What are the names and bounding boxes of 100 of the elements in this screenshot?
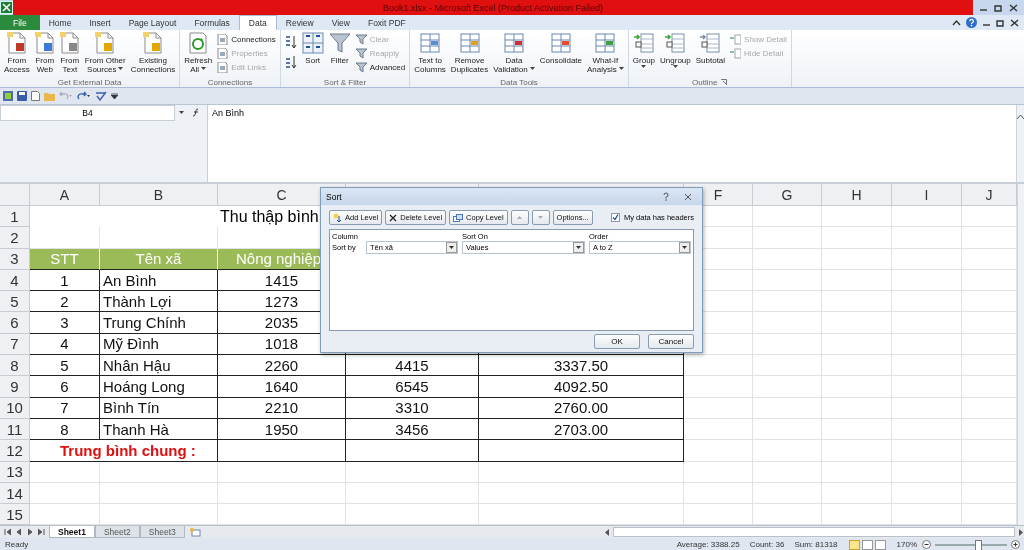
ribbon-tab[interactable]: Review [276,15,323,30]
outline-icon [730,48,742,59]
new-document-icon[interactable] [31,91,40,101]
ribbon-button[interactable]: Existing Connections [128,31,178,75]
horizontal-scrollbar[interactable] [613,527,1015,537]
up-arrow-icon [517,216,523,219]
row-header[interactable]: 4 [0,269,30,292]
checkbox[interactable] [610,213,620,222]
ribbon-button[interactable]: Remove Duplicates [448,31,491,75]
zoom-in-icon[interactable] [1011,540,1020,549]
formula-input[interactable]: An Bình [208,105,1016,182]
sheet-tab[interactable]: Sheet3 [139,526,185,538]
table-cell [822,227,892,249]
table-cell: An Bình [100,269,218,292]
column-header[interactable]: B [100,184,218,206]
row-header[interactable]: 10 [0,397,30,419]
row-header[interactable]: 11 [0,418,30,441]
dialog-launcher-icon[interactable] [721,79,728,85]
row-header[interactable]: 3 [0,248,30,270]
app-icon[interactable] [3,91,13,101]
close-icon[interactable] [684,192,692,201]
dialog-button[interactable]: Cancel [648,334,694,349]
ribbon-button[interactable]: Text to Columns [412,31,448,75]
sort-descending-icon[interactable] [284,55,297,69]
ribbon-button[interactable]: Group [630,31,658,69]
sheet-nav-icon[interactable] [37,528,45,536]
redo-icon[interactable] [77,91,91,101]
spelling-icon[interactable] [95,91,107,101]
ribbon-button[interactable]: Subtotal [693,31,728,66]
close-icon[interactable] [1010,18,1019,27]
scroll-right-icon[interactable] [1018,528,1024,536]
ribbon-small-button[interactable]: Connections [215,33,278,46]
row-header[interactable]: 6 [0,312,30,334]
sheet-tab[interactable]: Sheet1 [49,526,95,538]
column-header[interactable]: I [892,184,962,206]
ribbon-button[interactable]: From Web [32,31,57,75]
save-icon[interactable] [17,91,27,101]
table-cell [753,312,822,334]
row-header[interactable]: 9 [0,376,30,398]
column-header[interactable]: A [30,184,100,206]
ribbon-button[interactable]: From Other Sources [82,31,128,75]
ribbon-button[interactable]: Data Validation [491,31,537,75]
help-icon[interactable] [966,17,977,28]
table-cell [822,461,892,483]
row-header[interactable]: 14 [0,482,30,505]
scroll-up-icon[interactable] [1017,114,1024,119]
ribbon-button[interactable]: Sort [299,31,326,66]
app-icon[interactable] [0,1,13,14]
table-cell: 1640 [218,376,346,398]
row-header[interactable]: 1 [0,206,30,228]
ribbon-button[interactable]: What-If Analysis [585,31,626,75]
row-header[interactable]: 13 [0,461,30,483]
page-layout-button[interactable] [861,539,873,550]
sheet-nav-icon[interactable] [4,528,12,536]
column-header[interactable]: H [822,184,892,206]
column-header[interactable]: G [753,184,822,206]
zoom-out-icon[interactable] [922,540,931,549]
table-cell: Nhân Hậu [100,355,218,377]
table-cell [822,482,892,505]
ribbon-button[interactable]: From Text [57,31,82,75]
ribbon-tab[interactable]: Insert [80,15,120,30]
row-header[interactable]: 2 [0,227,30,249]
ribbon-tab[interactable]: Formulas [185,15,239,30]
ribbon-button[interactable]: Consolidate [537,31,584,66]
row-header[interactable]: 5 [0,291,30,313]
row-header[interactable]: 15 [0,504,30,525]
caret-icon[interactable] [179,111,184,114]
table-cell: 2260 [218,355,346,377]
vertical-scrollbar[interactable] [1017,184,1024,525]
ribbon-tab[interactable]: View [322,15,359,30]
ribbon-tab[interactable]: File [0,15,40,30]
ribbon-tab[interactable]: Page Layout [119,15,186,30]
dialog-button[interactable]: OK [594,334,640,349]
table-cell [753,355,822,377]
row-header[interactable]: 7 [0,333,30,356]
ribbon-button[interactable]: Refresh All [182,31,215,75]
function-icon[interactable] [192,108,201,117]
table-icon [503,32,525,54]
ribbon-button[interactable]: Ungroup [658,31,693,69]
group-label: Connections [207,77,253,87]
row-header[interactable]: 12 [0,440,30,462]
ribbon-tab[interactable]: Data [238,15,277,30]
ribbon-button[interactable]: From Access [2,31,32,75]
zoom-thumb[interactable] [975,539,983,550]
sheet-tab[interactable]: Sheet2 [94,526,140,538]
ribbon-button[interactable]: Filter [326,31,353,66]
page-break-button[interactable] [874,539,886,550]
scroll-left-icon[interactable] [604,528,610,536]
customize-caret-icon[interactable] [111,93,118,99]
help-icon[interactable] [662,192,670,201]
ribbon-tab[interactable]: Foxit PDF [358,15,415,30]
copy-icon [453,213,464,222]
table-cell [822,269,892,292]
ribbon-small-button[interactable]: Advanced [353,61,408,74]
collapse-ribbon-icon[interactable] [952,18,961,27]
ribbon-tab[interactable]: Home [39,15,81,30]
sort-ascending-icon[interactable] [284,35,297,49]
close-icon[interactable] [1009,3,1018,12]
table-cell [892,376,962,398]
row-header[interactable]: 8 [0,355,30,377]
